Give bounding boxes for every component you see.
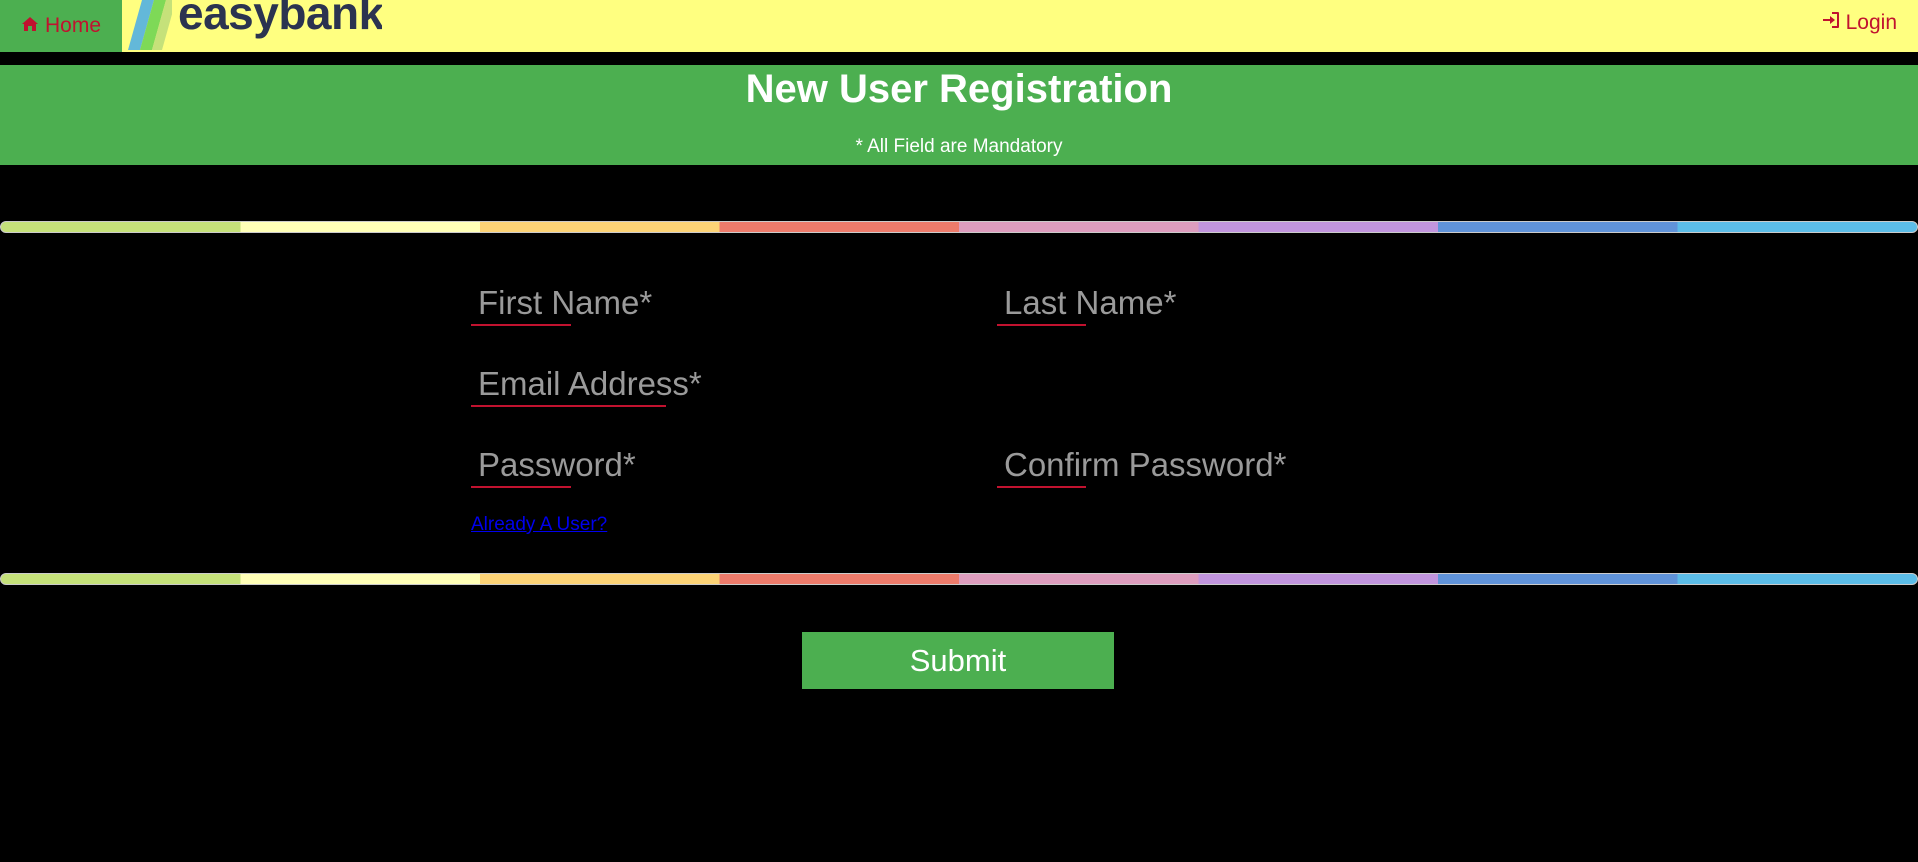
password-field[interactable] bbox=[471, 442, 971, 488]
first-name-input[interactable] bbox=[471, 280, 971, 326]
mandatory-note: * All Field are Mandatory bbox=[855, 136, 1063, 157]
top-navbar: Home easybank Login bbox=[0, 0, 1918, 52]
first-name-field[interactable] bbox=[471, 280, 971, 326]
password-underline bbox=[471, 486, 571, 488]
last-name-field[interactable] bbox=[997, 280, 1497, 326]
password-input[interactable] bbox=[471, 442, 971, 488]
login-nav-button[interactable]: Login bbox=[1822, 0, 1897, 45]
confirm-password-field[interactable] bbox=[997, 442, 1497, 488]
login-nav-label: Login bbox=[1845, 10, 1897, 34]
email-field[interactable] bbox=[471, 361, 971, 407]
email-input[interactable] bbox=[471, 361, 971, 407]
confirm-password-underline bbox=[997, 486, 1086, 488]
page-title: New User Registration bbox=[745, 67, 1173, 111]
home-nav-button[interactable]: Home bbox=[0, 0, 122, 52]
last-name-input[interactable] bbox=[997, 280, 1497, 326]
already-user-link[interactable]: Already A User? bbox=[471, 514, 607, 536]
home-nav-label: Home bbox=[44, 14, 102, 37]
rainbow-divider-top bbox=[0, 221, 1918, 233]
easybank-logo[interactable]: easybank bbox=[122, 0, 382, 50]
sign-in-icon bbox=[1822, 11, 1840, 35]
email-underline bbox=[471, 405, 666, 407]
first-name-underline bbox=[471, 324, 571, 326]
submit-button[interactable]: Submit bbox=[802, 632, 1114, 689]
rainbow-divider-bottom bbox=[0, 573, 1918, 585]
registration-header: New User Registration * All Field are Ma… bbox=[0, 65, 1918, 165]
home-icon bbox=[21, 14, 39, 38]
logo-stripes-icon bbox=[128, 0, 172, 50]
confirm-password-input[interactable] bbox=[997, 442, 1497, 488]
last-name-underline bbox=[997, 324, 1086, 326]
logo-text: easybank bbox=[178, 0, 382, 39]
